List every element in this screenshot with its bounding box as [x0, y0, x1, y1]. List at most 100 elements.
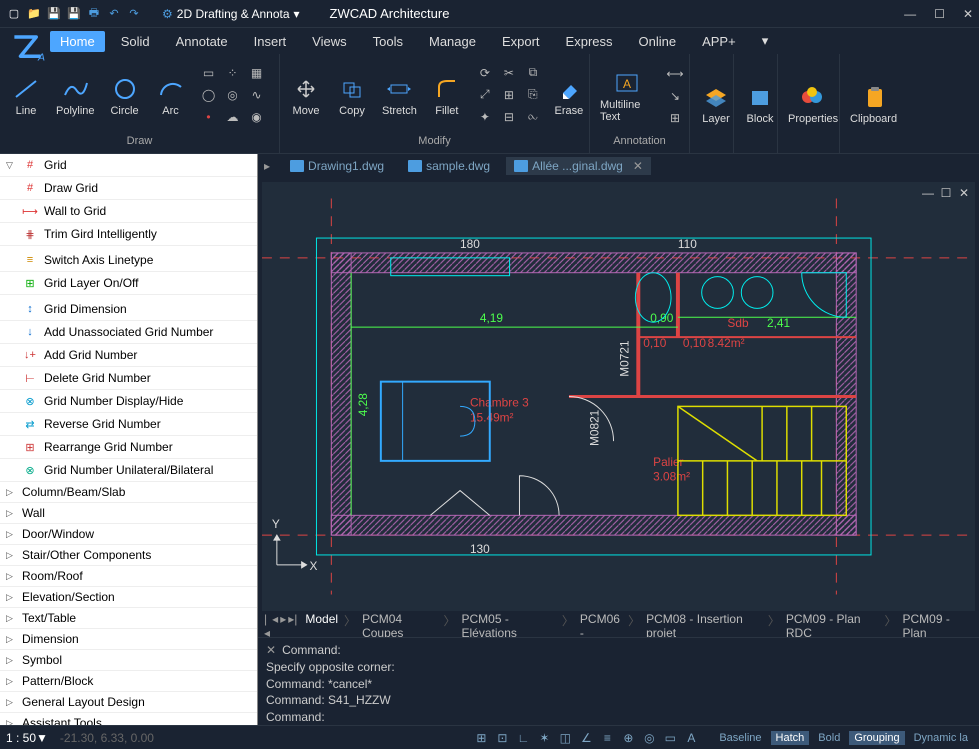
- side-item[interactable]: ↕Grid Dimension: [0, 298, 257, 321]
- side-item[interactable]: #Draw Grid: [0, 177, 257, 200]
- status-toggle-baseline[interactable]: Baseline: [714, 731, 766, 745]
- status-toggle-hatch[interactable]: Hatch: [771, 731, 810, 745]
- side-item[interactable]: ▷Text/Table: [0, 608, 257, 629]
- polar-mode-icon[interactable]: ✶: [535, 730, 553, 746]
- ortho-mode-icon[interactable]: ∟: [514, 730, 532, 746]
- tool-properties[interactable]: Properties: [782, 81, 844, 127]
- lwt-mode-icon[interactable]: ≡: [598, 730, 616, 746]
- rect-icon[interactable]: ▭: [199, 64, 219, 82]
- mirror-icon[interactable]: ⧉: [523, 64, 543, 82]
- hatch-icon[interactable]: ▦: [247, 64, 267, 82]
- menu-tab-insert[interactable]: Insert: [244, 31, 297, 52]
- side-item[interactable]: ▷General Layout Design: [0, 692, 257, 713]
- tool-arc[interactable]: Arc: [149, 73, 193, 119]
- ellipse-icon[interactable]: ◯: [199, 86, 219, 104]
- menu-tab-tools[interactable]: Tools: [363, 31, 413, 52]
- tool-block[interactable]: Block: [738, 81, 782, 127]
- side-item[interactable]: ▷Column/Beam/Slab: [0, 482, 257, 503]
- side-item[interactable]: ▷Room/Roof: [0, 566, 257, 587]
- menu-tab-export[interactable]: Export: [492, 31, 550, 52]
- side-item[interactable]: ▷Pattern/Block: [0, 671, 257, 692]
- layout-next-icon[interactable]: ▸: [280, 612, 286, 640]
- point-icon[interactable]: •: [199, 108, 219, 126]
- side-item[interactable]: ⇄Reverse Grid Number: [0, 413, 257, 436]
- layout-tab[interactable]: PCM09 - Plan: [899, 612, 974, 640]
- scale-icon[interactable]: ⤢: [475, 86, 495, 104]
- status-toggle-dynamic la[interactable]: Dynamic la: [909, 731, 973, 745]
- menu-tab-views[interactable]: Views: [302, 31, 356, 52]
- menu-tab-annotate[interactable]: Annotate: [166, 31, 238, 52]
- layout-last-icon[interactable]: ▸|: [288, 612, 297, 640]
- child-min-icon[interactable]: —: [921, 186, 935, 200]
- menu-overflow-icon[interactable]: ▾: [752, 30, 779, 52]
- layout-tab[interactable]: Model: [301, 612, 342, 640]
- side-item[interactable]: ▷Door/Window: [0, 524, 257, 545]
- dots-icon[interactable]: ⁘: [223, 64, 243, 82]
- menu-tab-manage[interactable]: Manage: [419, 31, 486, 52]
- array-icon[interactable]: ⊞: [499, 86, 519, 104]
- annot-mode-icon[interactable]: A: [682, 730, 700, 746]
- trim-icon[interactable]: ✂: [499, 64, 519, 82]
- explode-icon[interactable]: ✦: [475, 108, 495, 126]
- plot-icon[interactable]: 🖶: [86, 6, 102, 22]
- doc-tab[interactable]: sample.dwg: [400, 157, 498, 175]
- dim-icon[interactable]: ⟷: [665, 65, 685, 83]
- side-item[interactable]: ▷Elevation/Section: [0, 587, 257, 608]
- side-item[interactable]: ⊢Delete Grid Number: [0, 367, 257, 390]
- side-item[interactable]: ↓+Add Grid Number: [0, 344, 257, 367]
- donut-icon[interactable]: ◉: [247, 108, 267, 126]
- undo-icon[interactable]: ↶: [106, 6, 122, 22]
- side-item[interactable]: ↓Add Unassociated Grid Number: [0, 321, 257, 344]
- layout-tab[interactable]: PCM08 - Insertion projet: [642, 612, 766, 640]
- command-line[interactable]: ✕Command: Specify opposite corner: Comma…: [258, 637, 979, 725]
- side-item[interactable]: ⋕Trim Gird Intelligently: [0, 223, 257, 246]
- layout-tab[interactable]: PCM06 -: [576, 612, 626, 640]
- side-item[interactable]: ▷Symbol: [0, 650, 257, 671]
- menu-tab-home[interactable]: Home: [50, 31, 105, 52]
- revcloud-icon[interactable]: ☁: [223, 108, 243, 126]
- tool-erase[interactable]: Erase: [547, 73, 591, 119]
- child-max-icon[interactable]: ☐: [939, 186, 953, 200]
- side-item[interactable]: ▷Assistant Tools: [0, 713, 257, 725]
- child-close-icon[interactable]: ✕: [957, 186, 971, 200]
- menu-tab-online[interactable]: Online: [629, 31, 687, 52]
- tool-circle[interactable]: Circle: [103, 73, 147, 119]
- tool-layer[interactable]: Layer: [694, 81, 738, 127]
- side-item[interactable]: ▷Wall: [0, 503, 257, 524]
- doc-tab[interactable]: Allée ...ginal.dwg✕: [506, 157, 651, 175]
- side-item[interactable]: ⊞Rearrange Grid Number: [0, 436, 257, 459]
- rotate-icon[interactable]: ⟳: [475, 64, 495, 82]
- side-item[interactable]: ⊗Grid Number Unilateral/Bilateral: [0, 459, 257, 482]
- leader-icon[interactable]: ↘: [665, 87, 685, 105]
- menu-tab-app+[interactable]: APP+: [692, 31, 746, 52]
- break-icon[interactable]: ⊟: [499, 108, 519, 126]
- tab-close-icon[interactable]: ✕: [633, 159, 643, 173]
- spline-icon[interactable]: ∿: [247, 86, 267, 104]
- tool-polyline[interactable]: Polyline: [50, 73, 101, 119]
- side-item[interactable]: ▷Dimension: [0, 629, 257, 650]
- tool-copy[interactable]: Copy: [330, 73, 374, 119]
- cycle-mode-icon[interactable]: ◎: [640, 730, 658, 746]
- tool-move[interactable]: Move: [284, 73, 328, 119]
- side-item[interactable]: ⊗Grid Number Display/Hide: [0, 390, 257, 413]
- close-button[interactable]: ✕: [963, 7, 973, 21]
- workspace-selector[interactable]: ⚙ 2D Drafting & Annota ▾: [162, 7, 300, 21]
- maximize-button[interactable]: ☐: [934, 7, 945, 21]
- doc-tab[interactable]: Drawing1.dwg: [282, 157, 392, 175]
- target-icon[interactable]: ◎: [223, 86, 243, 104]
- new-icon[interactable]: ▢: [6, 6, 22, 22]
- open-icon[interactable]: 📁: [26, 6, 42, 22]
- status-toggle-grouping[interactable]: Grouping: [849, 731, 904, 745]
- minimize-button[interactable]: —: [904, 7, 916, 21]
- side-item[interactable]: ⟼Wall to Grid: [0, 200, 257, 223]
- osnap-mode-icon[interactable]: ◫: [556, 730, 574, 746]
- tool-clipboard[interactable]: Clipboard: [844, 81, 903, 127]
- side-item[interactable]: ▽#Grid: [0, 154, 257, 177]
- side-item[interactable]: ▷Stair/Other Components: [0, 545, 257, 566]
- grid-mode-icon[interactable]: ⊞: [472, 730, 490, 746]
- redo-icon[interactable]: ↷: [126, 6, 142, 22]
- side-item[interactable]: ≡Switch Axis Linetype: [0, 249, 257, 272]
- table-icon[interactable]: ⊞: [665, 109, 685, 127]
- tab-add-icon[interactable]: ▸: [264, 159, 270, 173]
- model-mode-icon[interactable]: ▭: [661, 730, 679, 746]
